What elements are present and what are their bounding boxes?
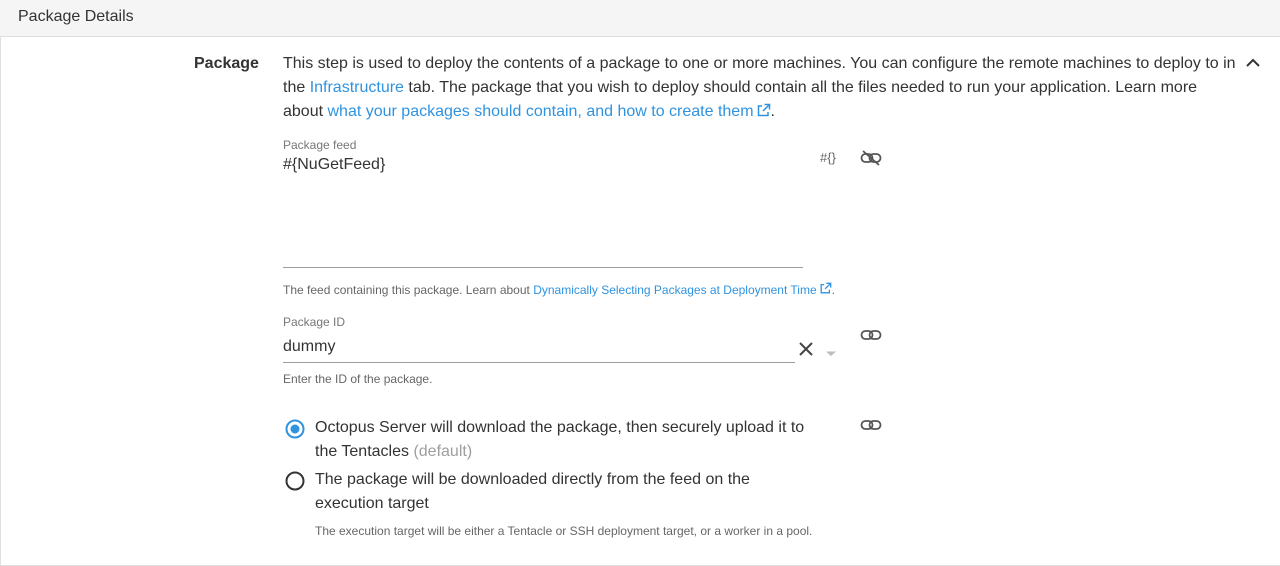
packages-docs-link[interactable]: what your packages should contain, and h… [327,103,770,120]
collapse-button[interactable] [1243,55,1263,71]
package-feed-helper-text: The feed containing this package. Learn … [283,283,534,297]
radio-checked-icon [285,419,305,439]
bind-button[interactable] [860,418,882,437]
package-id-underline [283,362,795,363]
radio-label-text: Octopus Server will download the package… [315,419,805,460]
link-icon [860,330,882,340]
package-id-input[interactable]: dummy [283,338,335,356]
infrastructure-link[interactable]: Infrastructure [310,79,404,96]
unbind-button[interactable] [860,150,882,171]
radio-direct-download-label[interactable]: The package will be downloaded directly … [315,468,815,516]
package-id-label: Package ID [283,315,346,329]
frame-border-left [0,37,1,566]
package-id-helper: Enter the ID of the package. [283,372,433,386]
package-feed-helper-suffix: . [831,283,835,297]
link-icon [860,420,882,430]
radio-server-download-label[interactable]: Octopus Server will download the package… [315,416,815,464]
execution-target-note: The execution target will be either a Te… [315,524,813,538]
chevron-up-icon [1246,58,1260,67]
package-feed-helper: The feed containing this package. Learn … [283,282,835,297]
clear-button[interactable] [798,341,814,362]
unlink-icon [860,150,882,166]
page-title: Package Details [18,8,134,25]
radio-direct-download[interactable] [285,471,305,491]
default-tag: (default) [413,443,473,460]
radio-server-download[interactable] [285,419,305,439]
package-feed-label: Package feed [283,138,357,152]
close-icon [799,342,813,356]
radio-unchecked-icon [285,471,305,491]
description-text: . [770,103,775,120]
caret-down-icon [826,351,836,356]
radio-label-text: The package will be downloaded directly … [315,471,750,512]
dynamic-packages-link[interactable]: Dynamically Selecting Packages at Deploy… [533,282,832,297]
bind-button[interactable] [860,328,882,347]
section-header: Package Details [0,0,1280,37]
section-description: This step is used to deploy the contents… [283,52,1238,124]
package-feed-input[interactable]: #{NuGetFeed} [283,156,385,174]
dropdown-button[interactable] [825,345,837,363]
external-link-icon [757,103,770,117]
package-feed-underline [283,267,803,268]
section-label: Package [194,55,259,72]
packages-docs-link-label: what your packages should contain, and h… [327,103,754,120]
variable-icon[interactable]: #{} [820,150,836,165]
external-link-icon [820,282,832,294]
dynamic-packages-link-label: Dynamically Selecting Packages at Deploy… [533,283,817,297]
